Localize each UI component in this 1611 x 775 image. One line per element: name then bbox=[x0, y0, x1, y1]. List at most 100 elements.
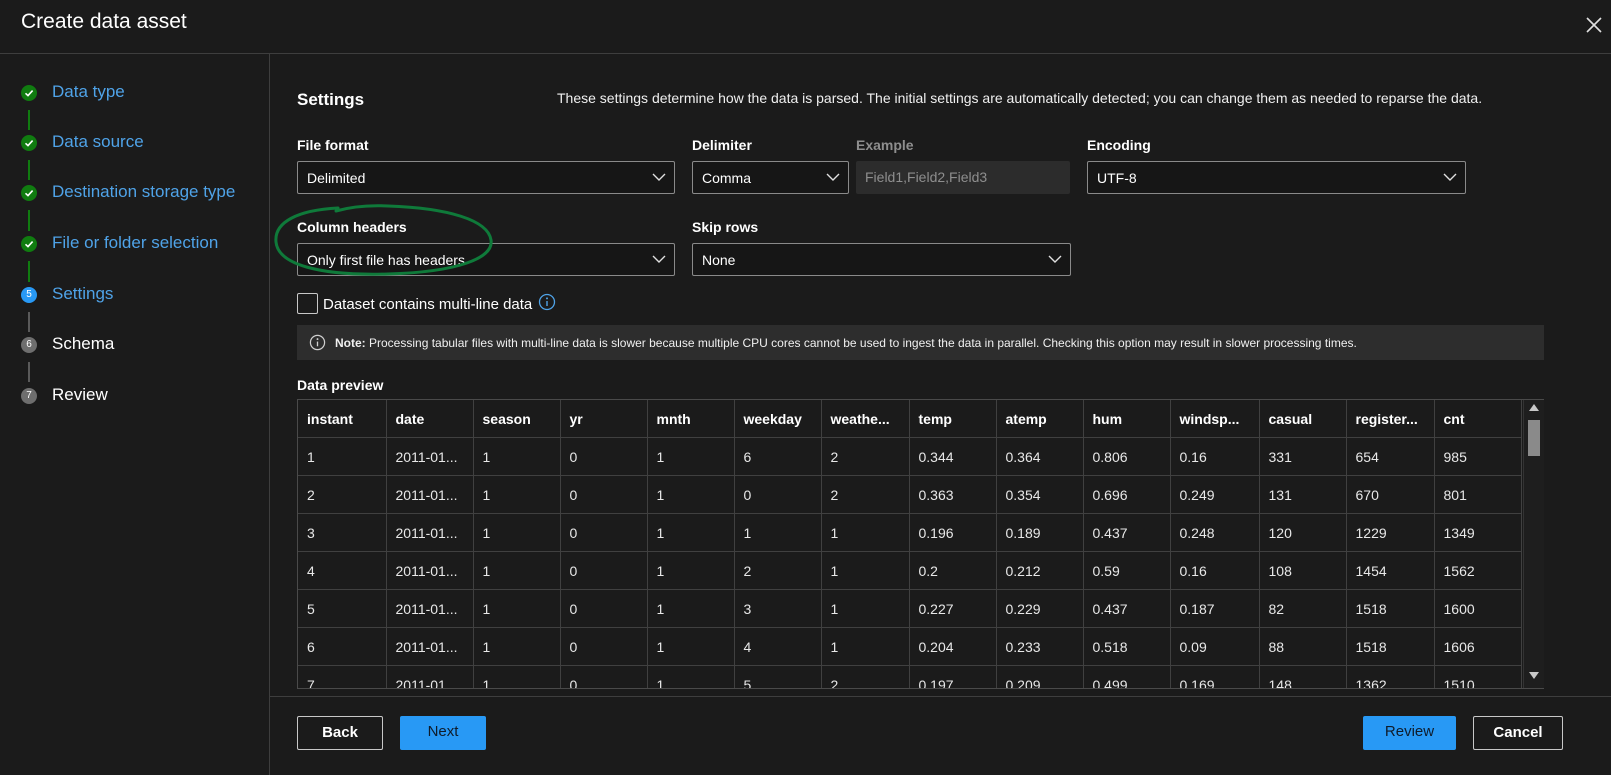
delimiter-label: Delimiter bbox=[692, 137, 752, 153]
table-cell: 0.212 bbox=[996, 551, 1084, 590]
column-header[interactable]: yr bbox=[560, 400, 648, 438]
table-cell: 1 bbox=[473, 513, 561, 552]
column-header[interactable]: weathe... bbox=[821, 400, 910, 438]
table-cell: 0.437 bbox=[1083, 513, 1171, 552]
column-header[interactable]: instant bbox=[298, 400, 387, 438]
skip-rows-label: Skip rows bbox=[692, 219, 759, 235]
chevron-down-icon bbox=[826, 173, 840, 181]
table-cell: 801 bbox=[1434, 475, 1522, 514]
back-button[interactable]: Back bbox=[297, 716, 383, 750]
column-header[interactable]: mnth bbox=[647, 400, 735, 438]
note-body: Processing tabular files with multi-line… bbox=[365, 336, 1357, 350]
table-cell: 0.59 bbox=[1083, 551, 1171, 590]
scroll-down-icon[interactable] bbox=[1529, 672, 1539, 679]
table-cell: 1229 bbox=[1346, 513, 1435, 552]
table-cell: 4 bbox=[298, 551, 387, 590]
table-cell: 2 bbox=[821, 665, 910, 688]
encoding-dropdown[interactable]: UTF-8 bbox=[1087, 161, 1466, 194]
table-cell: 1 bbox=[647, 551, 735, 590]
table-header-row: instant date season yr mnth weekday weathe... t… bbox=[298, 400, 1522, 438]
column-header[interactable]: windsp... bbox=[1170, 400, 1260, 438]
table-cell: 985 bbox=[1434, 437, 1522, 476]
step-connector bbox=[28, 362, 30, 382]
scroll-thumb[interactable] bbox=[1528, 420, 1540, 456]
chevron-down-icon bbox=[652, 255, 666, 263]
multiline-checkbox[interactable] bbox=[297, 293, 318, 314]
table-cell: 2 bbox=[821, 475, 910, 514]
file-format-dropdown[interactable]: Delimited bbox=[297, 161, 675, 194]
table-cell: 0.437 bbox=[1083, 589, 1171, 628]
table-cell: 1518 bbox=[1346, 589, 1435, 628]
next-button[interactable]: Next bbox=[400, 716, 486, 750]
table-cell: 1454 bbox=[1346, 551, 1435, 590]
table-row: 7 2011-01... 1 0 1 5 2 0.197 0.209 0.499 0.169 148 1… bbox=[298, 665, 1522, 688]
delimiter-dropdown[interactable]: Comma bbox=[692, 161, 849, 194]
step-data-source[interactable]: Data source bbox=[0, 128, 270, 158]
table-cell: 1 bbox=[647, 627, 735, 666]
table-cell: 1349 bbox=[1434, 513, 1522, 552]
table-cell: 670 bbox=[1346, 475, 1435, 514]
table-cell: 2011-01... bbox=[386, 551, 474, 590]
column-header[interactable]: casual bbox=[1259, 400, 1347, 438]
table-scrollbar[interactable] bbox=[1523, 400, 1544, 688]
table-cell: 1 bbox=[298, 437, 387, 476]
table-cell: 1 bbox=[821, 589, 910, 628]
table-cell: 1 bbox=[821, 627, 910, 666]
note-bar: Note: Processing tabular files with mult… bbox=[297, 325, 1544, 360]
step-destination-storage-type[interactable]: Destination storage type bbox=[0, 178, 270, 208]
file-format-label: File format bbox=[297, 137, 369, 153]
column-header[interactable]: temp bbox=[909, 400, 997, 438]
column-header[interactable]: atemp bbox=[996, 400, 1084, 438]
table-cell: 1562 bbox=[1434, 551, 1522, 590]
table-cell: 0.196 bbox=[909, 513, 997, 552]
table-cell: 0.2 bbox=[909, 551, 997, 590]
table-cell: 0.696 bbox=[1083, 475, 1171, 514]
step-label: Data type bbox=[52, 82, 125, 101]
column-header[interactable]: weekday bbox=[734, 400, 822, 438]
column-header[interactable]: date bbox=[386, 400, 474, 438]
table-cell: 331 bbox=[1259, 437, 1347, 476]
step-number-badge: 6 bbox=[21, 337, 37, 353]
close-icon[interactable] bbox=[1583, 14, 1605, 36]
table-cell: 4 bbox=[734, 627, 822, 666]
table-cell: 0.189 bbox=[996, 513, 1084, 552]
table-cell: 1510 bbox=[1434, 665, 1522, 688]
table-cell: 0.354 bbox=[996, 475, 1084, 514]
table-cell: 1606 bbox=[1434, 627, 1522, 666]
step-connector bbox=[28, 160, 30, 180]
step-data-type[interactable]: Data type bbox=[0, 78, 270, 108]
dialog-title: Create data asset bbox=[21, 10, 187, 33]
data-preview-title: Data preview bbox=[297, 377, 384, 393]
step-review[interactable]: 7 Review bbox=[0, 381, 270, 411]
example-label: Example bbox=[856, 137, 914, 153]
step-settings[interactable]: 5 Settings bbox=[0, 280, 270, 310]
note-text: Note: Processing tabular files with mult… bbox=[335, 336, 1357, 350]
table-cell: 1 bbox=[473, 475, 561, 514]
table-cell: 0.227 bbox=[909, 589, 997, 628]
table-cell: 1518 bbox=[1346, 627, 1435, 666]
info-icon[interactable] bbox=[538, 293, 556, 311]
table-cell: 0.197 bbox=[909, 665, 997, 688]
step-schema[interactable]: 6 Schema bbox=[0, 330, 270, 360]
table-cell: 0.09 bbox=[1170, 627, 1260, 666]
checkmark-icon bbox=[21, 85, 37, 101]
step-label: Destination storage type bbox=[52, 182, 236, 201]
encoding-label: Encoding bbox=[1087, 137, 1151, 153]
review-button[interactable]: Review bbox=[1363, 716, 1456, 750]
column-header[interactable]: register... bbox=[1346, 400, 1435, 438]
column-header[interactable]: hum bbox=[1083, 400, 1171, 438]
skip-rows-dropdown[interactable]: None bbox=[692, 243, 1071, 276]
table-cell: 0.16 bbox=[1170, 437, 1260, 476]
column-header[interactable]: cnt bbox=[1434, 400, 1522, 438]
cancel-button[interactable]: Cancel bbox=[1473, 716, 1563, 750]
dialog-header: Create data asset bbox=[0, 0, 1611, 54]
table-cell: 2011-01... bbox=[386, 589, 474, 628]
column-header[interactable]: season bbox=[473, 400, 561, 438]
step-file-or-folder-selection[interactable]: File or folder selection bbox=[0, 229, 270, 259]
example-field: Field1,Field2,Field3 bbox=[856, 161, 1070, 194]
table-cell: 7 bbox=[298, 665, 387, 688]
table-cell: 2011-01... bbox=[386, 627, 474, 666]
scroll-up-icon[interactable] bbox=[1529, 404, 1539, 411]
step-connector bbox=[28, 210, 30, 231]
table-cell: 5 bbox=[734, 665, 822, 688]
